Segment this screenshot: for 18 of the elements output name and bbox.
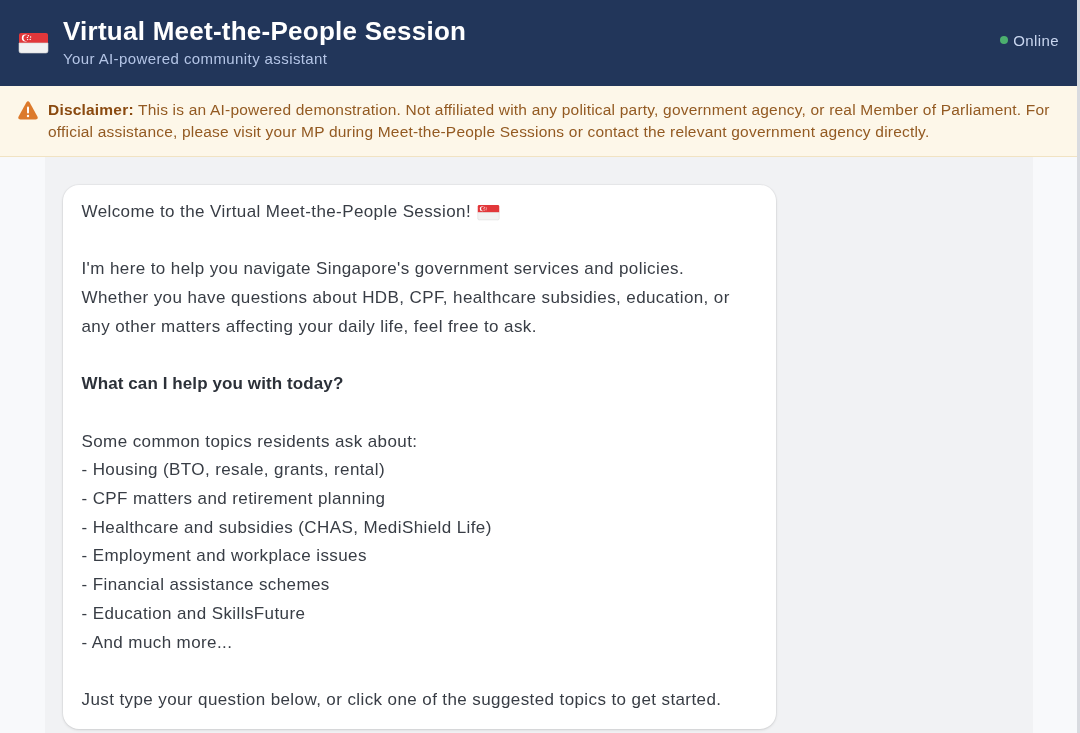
- flag-icon: [18, 32, 49, 54]
- disclaimer-text: Disclaimer: This is an AI-powered demonstration. Not affiliated with any political party, government agency, or real Member of Parliament. For official assistance, please visit your MP during Meet-the-People Sessions or contact the relevant government agency directly.: [48, 100, 1051, 142]
- warning-icon: [18, 101, 38, 120]
- message-text: Just type your question below, or click one of the suggested topics to get started.: [81, 688, 723, 711]
- list-item: - Healthcare and subsidies (CHAS, MediShield Life): [81, 516, 493, 539]
- app-subtitle: Your AI-powered community assistant: [63, 50, 329, 68]
- message-text: I'm here to help you navigate Singapore's government services and policies. Whether you have questions about HDB, CPF, healthcare subsidies, education, or any other matters affecting your daily life, feel free to ask.: [81, 258, 731, 338]
- message-text: Welcome to the Virtual Meet-the-People Session!: [81, 201, 472, 223]
- status-label: Online: [1013, 31, 1059, 49]
- message-heading: What can I help you with today?: [81, 373, 345, 396]
- list-item: - Employment and workplace issues: [81, 545, 368, 568]
- app-title: Virtual Meet-the-People Session: [63, 16, 468, 46]
- list-item: - Housing (BTO, resale, grants, rental): [81, 459, 386, 482]
- message-text: Some common topics residents ask about:: [81, 430, 419, 453]
- list-item: - Financial assistance schemes: [81, 574, 331, 597]
- list-item: - And much more...: [81, 631, 234, 654]
- list-item: - Education and SkillsFuture: [81, 602, 307, 625]
- list-item: - CPF matters and retirement planning: [81, 488, 387, 510]
